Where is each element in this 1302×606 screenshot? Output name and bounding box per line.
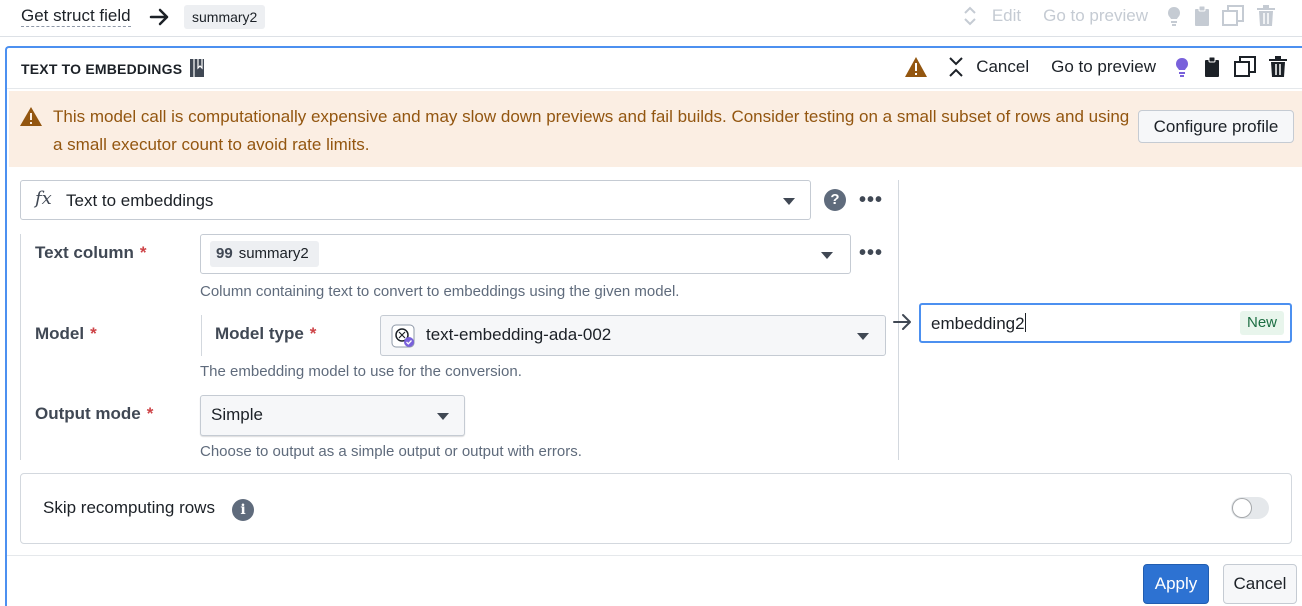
previous-board-title[interactable]: Get struct field	[21, 6, 131, 27]
help-icon[interactable]: ?	[824, 189, 846, 211]
previous-board-actions: Edit Go to preview	[962, 5, 1276, 27]
skip-recomputing-rows-toggle[interactable]	[1231, 497, 1269, 519]
function-label: Text to embeddings	[66, 191, 214, 210]
divider	[20, 234, 21, 460]
chevron-down-icon	[821, 252, 833, 259]
trash-icon[interactable]	[1256, 5, 1276, 27]
model-type-select[interactable]: text-embedding-ada-002	[380, 315, 886, 356]
model-hint: The embedding model to use for the conve…	[200, 363, 522, 380]
model-type-label: Model type *	[215, 324, 317, 343]
divider	[201, 315, 202, 356]
chevron-down-icon	[857, 333, 869, 340]
previous-output-chip: summary2	[184, 5, 266, 29]
trash-icon[interactable]	[1268, 56, 1288, 78]
lightbulb-icon[interactable]	[1166, 5, 1182, 27]
output-mode-value: Simple	[211, 405, 263, 424]
skip-recomputing-rows-section: Skip recomputing rows i	[20, 473, 1292, 544]
output-mode-label: Output mode *	[35, 404, 154, 423]
more-options-icon[interactable]: •••	[859, 190, 883, 210]
chevron-down-icon	[783, 198, 795, 205]
text-cursor	[1024, 313, 1026, 332]
divider	[7, 555, 1302, 556]
board-header-actions: Cancel Go to preview	[904, 56, 1288, 78]
column-chip-label: summary2	[238, 245, 309, 262]
text-column-label: Text column *	[35, 243, 147, 262]
edit-button[interactable]: Edit	[992, 6, 1021, 26]
board-header: TEXT TO EMBEDDINGS Cancel Go to preview	[7, 48, 1302, 89]
configure-profile-button[interactable]: Configure profile	[1138, 110, 1294, 143]
openai-model-icon	[391, 324, 415, 348]
output-column-value: embedding2	[931, 313, 1026, 333]
arrow-right-icon	[893, 314, 911, 330]
duplicate-icon[interactable]	[1222, 5, 1244, 27]
cancel-button[interactable]: Cancel	[1223, 564, 1297, 604]
collapse-icon[interactable]	[948, 56, 964, 78]
column-chip: 99 summary2	[210, 241, 319, 267]
duplicate-icon[interactable]	[1234, 56, 1256, 78]
arrow-right-icon	[149, 8, 169, 26]
info-icon[interactable]: i	[232, 499, 254, 521]
function-select[interactable]: fx Text to embeddings	[20, 180, 811, 220]
output-mode-hint: Choose to output as a simple output or o…	[200, 443, 582, 460]
warning-message: This model call is computationally expen…	[53, 107, 1130, 154]
output-column-name-input[interactable]: embedding2 New	[919, 303, 1292, 343]
warning-icon	[905, 57, 928, 77]
previous-board-row: Get struct field summary2 Edit Go to pre…	[0, 0, 1302, 37]
text-to-embeddings-board: TEXT TO EMBEDDINGS Cancel Go to preview	[5, 46, 1302, 606]
header-cancel-button[interactable]: Cancel	[976, 57, 1029, 77]
output-mode-select[interactable]: Simple	[200, 395, 465, 436]
skip-recomputing-rows-label: Skip recomputing rows	[43, 498, 215, 517]
warning-icon	[20, 107, 42, 126]
clipboard-icon[interactable]	[1194, 5, 1210, 27]
function-icon: fx	[35, 188, 52, 209]
text-column-select[interactable]: 99 summary2	[200, 234, 851, 274]
model-label: Model *	[35, 324, 97, 343]
documentation-book-icon[interactable]	[189, 58, 205, 78]
more-options-icon[interactable]: •••	[859, 243, 883, 263]
model-type-value: text-embedding-ada-002	[426, 325, 612, 344]
new-column-tag: New	[1239, 311, 1284, 335]
clipboard-icon[interactable]	[1204, 56, 1220, 78]
text-column-hint: Column containing text to convert to emb…	[200, 283, 680, 300]
expensive-model-warning: This model call is computationally expen…	[9, 91, 1302, 167]
apply-button[interactable]: Apply	[1143, 564, 1209, 604]
go-to-preview-button[interactable]: Go to preview	[1051, 57, 1156, 77]
string-type-icon: 99	[216, 245, 233, 262]
toggle-knob	[1233, 499, 1251, 517]
board-title: TEXT TO EMBEDDINGS	[21, 61, 183, 77]
go-to-preview-button[interactable]: Go to preview	[1043, 6, 1148, 26]
lightbulb-icon[interactable]	[1174, 56, 1190, 78]
expand-collapse-icon	[964, 6, 976, 26]
chevron-down-icon	[437, 413, 449, 420]
